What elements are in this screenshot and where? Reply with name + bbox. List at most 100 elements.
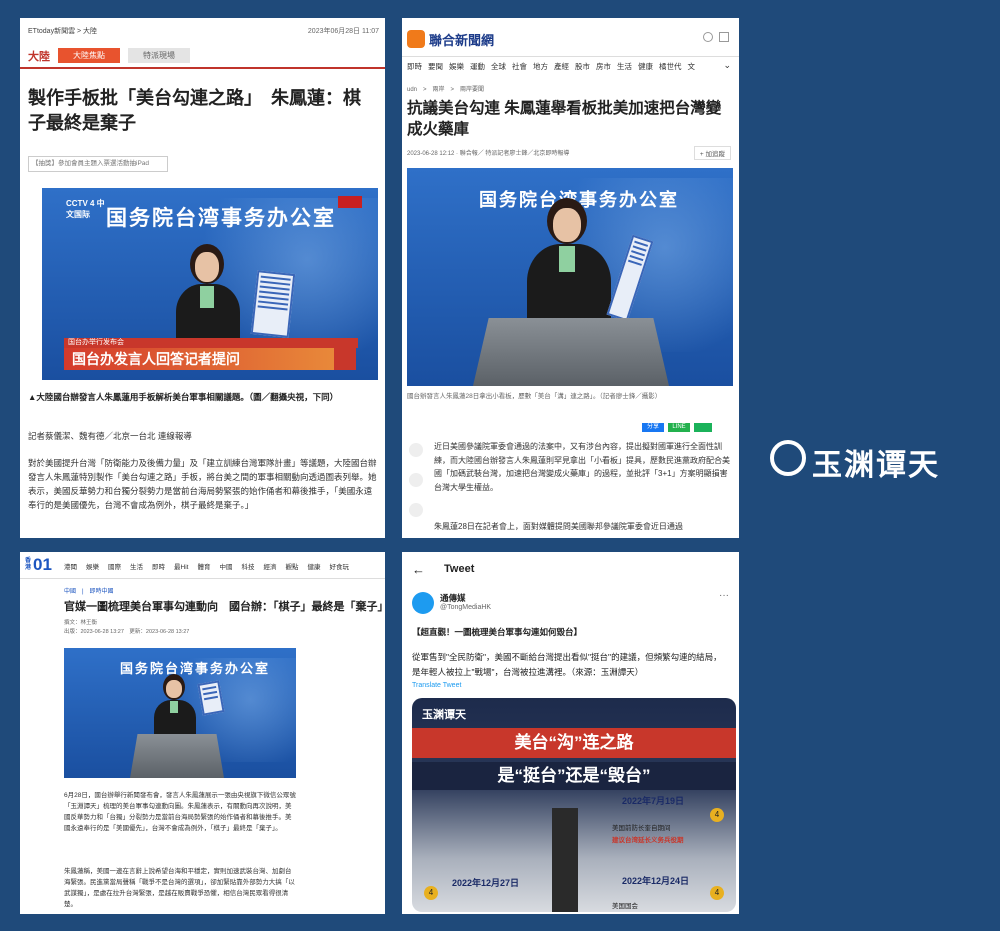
udn-article-panel: 聯合新聞網 即時 要聞 娛樂 運動 全球 社會 地方 產經 股市 房市 生活 健…	[402, 18, 739, 538]
nav-item[interactable]: 體育	[197, 561, 210, 571]
road-graphic	[552, 808, 578, 912]
ettoday-article-panel: ETtoday新聞雲 > 大陸 2023年06月28日 11:07 大陸 大陸焦…	[20, 18, 385, 538]
spokesperson-figure	[519, 198, 619, 338]
press-conference-photo: 国务院台湾事务办公室	[407, 168, 733, 386]
tweet-image[interactable]: 玉渊谭天 美台“沟”连之路 是“挺台”还是“毁台” 2022年7月19日 4 美…	[412, 698, 736, 912]
timeline-badge: 4	[710, 886, 724, 900]
byline: 記者蔡儀潔、魏有德／北京一台北 連線報導	[28, 431, 192, 441]
tab-correspondent[interactable]: 特派現場	[128, 48, 190, 63]
udn-nav: 即時 要聞 娛樂 運動 全球 社會 地方 產經 股市 房市 生活 健康 橘世代 …	[407, 61, 727, 72]
nav-item[interactable]: 中國	[219, 561, 232, 571]
cctv-logo: CCTV 4 中文国际	[66, 199, 105, 219]
spokesperson-figure	[150, 674, 200, 744]
publish-datetime: 2023年06月28日 11:07	[307, 28, 379, 35]
nav-item[interactable]: 最Hit	[174, 561, 188, 571]
nav-item[interactable]: 全球	[491, 61, 506, 72]
tweet-text-body: 從軍售到"全民防衛"，美國不斷給台灣提出看似"挺台"的建議，但頻繁勾連的結局，是…	[412, 652, 722, 677]
breadcrumb[interactable]: udn > 兩岸 > 兩岸要聞	[407, 84, 484, 93]
share-count-badge[interactable]	[694, 423, 712, 432]
office-sign: 国务院台湾事务办公室	[106, 207, 336, 230]
timeline-badge: 4	[710, 808, 724, 822]
nav-item[interactable]: 生活	[130, 561, 143, 571]
photo-caption: ▲大陸國台辦發言人朱鳳蓮用手板解析美台軍事相關議題。（圖／翻攝央視，下同）	[28, 392, 339, 402]
nav-item[interactable]: 即時	[407, 61, 422, 72]
nav-item[interactable]: 社會	[512, 61, 527, 72]
timeline-desc: 建议台湾延长义务兵役期	[612, 837, 684, 844]
banner-main: 国台办发言人回答记者提问	[64, 348, 342, 370]
udn-brand[interactable]: 聯合新聞網	[429, 30, 494, 49]
back-arrow-icon[interactable]: ←	[412, 562, 425, 577]
nav-item[interactable]: 娛樂	[449, 61, 464, 72]
share-icon[interactable]	[719, 32, 729, 42]
breadcrumb[interactable]: 中國 | 即時中國	[64, 586, 114, 595]
nav-item[interactable]: 文	[688, 61, 696, 72]
nav-item[interactable]: 地方	[533, 61, 548, 72]
timeline-date: 2022年7月19日	[622, 796, 685, 806]
nav-item[interactable]: 好食玩	[329, 561, 349, 571]
hk01-nav: 港聞 娛樂 國際 生活 即時 最Hit 體育 中國 科技 經濟 觀點 健康 好食…	[64, 561, 382, 571]
user-icon[interactable]	[703, 32, 713, 42]
nav-item[interactable]: 運動	[470, 61, 485, 72]
nav-item[interactable]: 港聞	[64, 561, 77, 571]
timeline-desc: 美国前防长奎自期间	[612, 825, 671, 832]
nav-item[interactable]: 健康	[307, 561, 320, 571]
article-meta: 2023-06-28 12:12 · 聯合報／ 特派記者廖士鋒／北京即時報導	[407, 151, 570, 157]
timeline-desc: 美国国会	[612, 903, 638, 910]
follow-button[interactable]: + 加追蹤	[693, 146, 731, 160]
nav-item[interactable]: 娛樂	[86, 561, 99, 571]
tweet-user-name[interactable]: 通傳媒	[440, 592, 466, 604]
nav-item[interactable]: 橘世代	[659, 61, 682, 72]
promo-link[interactable]: 【抽獎】參加會員主題入票選活動抽iPad	[28, 156, 168, 172]
article-body: 對於美國提升台灣「防衛能力及後備力量」及「建立訓練台灣軍隊計畫」等議題，大陸國台…	[28, 458, 377, 510]
translate-tweet-link[interactable]: Translate Tweet	[412, 682, 461, 689]
publish-info: 出版：2023-06-28 13:27 更新：2023-06-28 13:27	[64, 629, 190, 635]
podium	[473, 318, 669, 386]
bookmark-icon[interactable]	[409, 503, 423, 517]
live-badge	[338, 196, 362, 208]
author: 撰文：林王衡	[64, 620, 98, 626]
nav-item[interactable]: 經濟	[263, 561, 276, 571]
nav-item[interactable]: 股市	[575, 61, 590, 72]
article-headline: 製作手板批「美台勾連之路」 朱鳳蓮：棋子最終是棄子	[28, 88, 361, 133]
udn-logo-icon[interactable]	[407, 30, 425, 48]
nav-item[interactable]: 即時	[152, 561, 165, 571]
source-breadcrumb[interactable]: ETtoday新聞雲 > 大陸	[28, 26, 97, 36]
facebook-icon[interactable]	[409, 443, 423, 457]
stamp-badge	[334, 344, 356, 370]
nav-item[interactable]: 生活	[617, 61, 632, 72]
nav-item[interactable]: 產經	[554, 61, 569, 72]
yuyuantantian-logo: 玉渊谭天	[422, 709, 466, 721]
more-options-icon[interactable]: ···	[719, 590, 729, 601]
chevron-down-icon[interactable]: ⌄	[723, 60, 731, 71]
nav-item[interactable]: 科技	[241, 561, 254, 571]
nav-item[interactable]: 健康	[638, 61, 653, 72]
watermark-text: 玉渊谭天	[812, 448, 940, 483]
photo-caption: 國台辦發言人朱鳳蓮28日拿出小看板，歷數「美台「溝」連之路」。（記者廖士鋒／攝影…	[407, 393, 662, 400]
handheld-board	[250, 270, 296, 338]
section-label[interactable]: 大陸	[28, 48, 50, 64]
avatar[interactable]	[412, 592, 434, 614]
press-conference-photo: CCTV 4 中文国际 国务院台湾事务办公室 国台办举行发布会 国台办发言人回答…	[42, 188, 378, 380]
nav-item[interactable]: 房市	[596, 61, 611, 72]
nav-item[interactable]: 國際	[108, 561, 121, 571]
line-share-button[interactable]: LINE	[668, 423, 690, 432]
nav-item[interactable]: 要聞	[428, 61, 443, 72]
comment-icon[interactable]	[409, 473, 423, 487]
tweet-user-handle[interactable]: @TongMediaHK	[440, 604, 491, 611]
podium	[130, 734, 224, 778]
article-headline: 官媒一圖梳理美台軍事勾連動向 國台辦：「棋子」最終是「棄子」	[64, 601, 385, 613]
press-conference-photo: 国务院台湾事务办公室	[64, 648, 296, 778]
timeline-date: 2022年12月27日	[452, 878, 520, 888]
facebook-share-button[interactable]: 分享	[642, 423, 664, 432]
hk01-article-panel: 香港 01 港聞 娛樂 國際 生活 即時 最Hit 體育 中國 科技 經濟 觀點…	[20, 552, 385, 914]
article-headline: 抗議美台勾連 朱鳳蓮舉看板批美加速把台灣變成火藥庫	[407, 100, 722, 138]
tweet-panel: ← Tweet 通傳媒 @TongMediaHK ··· 【超直觀！一圖梳理美台…	[402, 552, 739, 914]
tab-mainland-focus[interactable]: 大陸焦點	[58, 48, 120, 63]
article-body-continued: 朱鳳蓮稱，美國一邊在言辭上說希望台海和平穩定，實則加速武裝台灣、加劇台海緊張。民…	[64, 868, 295, 908]
section-divider	[20, 67, 385, 69]
image-title-line2: 是“挺台”还是“毁台”	[412, 762, 736, 790]
article-body: 近日美國參議院軍委會通過的法案中，又有涉台內容，提出擬對國軍進行全面性訓練，而大…	[434, 442, 730, 492]
nav-item[interactable]: 觀點	[285, 561, 298, 571]
hk01-logo[interactable]: 01	[33, 555, 52, 575]
timeline-badge: 4	[424, 886, 438, 900]
